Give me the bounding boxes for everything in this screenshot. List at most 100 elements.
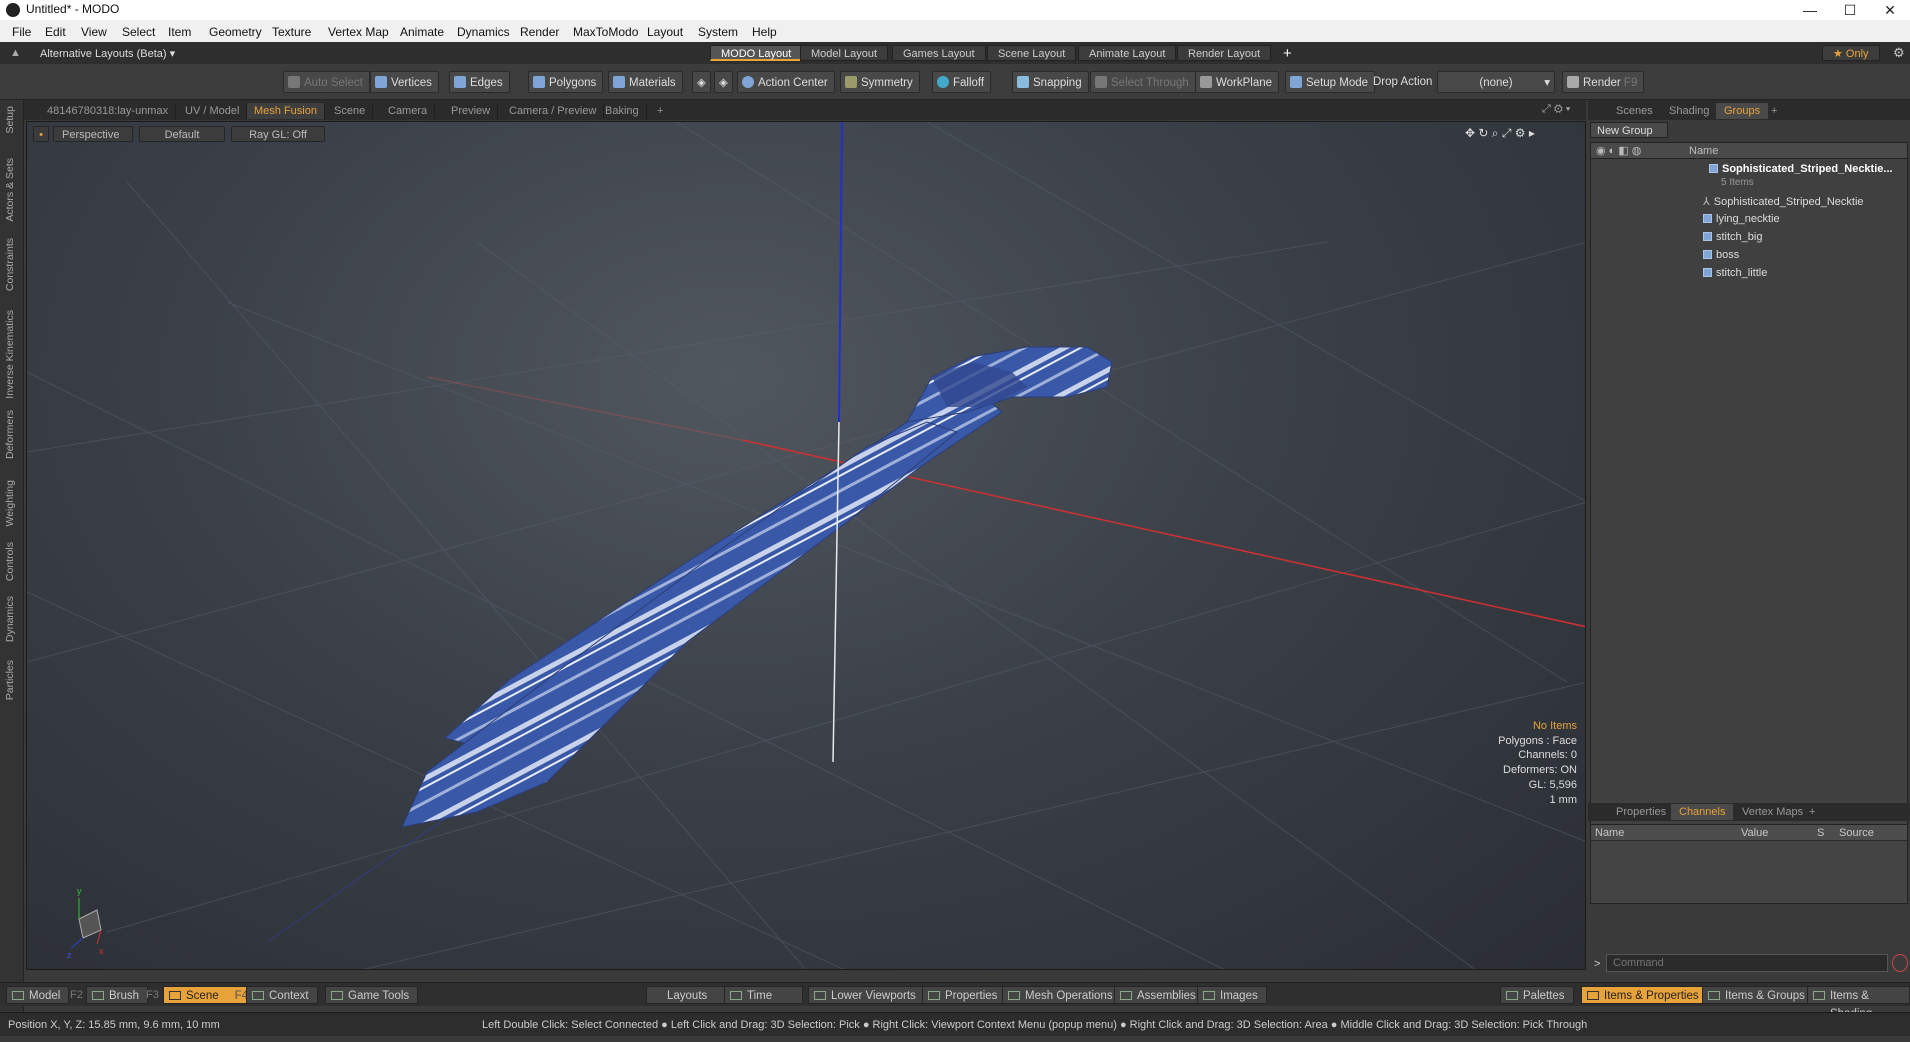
- setup-mode-button[interactable]: Setup Mode: [1285, 71, 1376, 93]
- maximize-button[interactable]: ☐: [1830, 0, 1870, 20]
- menu-file[interactable]: File: [12, 25, 31, 39]
- collapse-icon[interactable]: ▲: [10, 47, 21, 59]
- side-tab-deformers[interactable]: Deformers: [4, 410, 16, 459]
- add-layout-button[interactable]: +: [1283, 45, 1292, 62]
- shading-dropdown[interactable]: Default: [139, 126, 225, 142]
- tab-mesh-fusion[interactable]: Mesh Fusion: [247, 103, 325, 119]
- tab-camera-preview[interactable]: Camera / Preview: [502, 103, 605, 119]
- menu-geometry[interactable]: Geometry: [209, 25, 262, 39]
- falloff-button[interactable]: Falloff: [932, 71, 992, 93]
- assemblies-button[interactable]: Assemblies: [1114, 986, 1205, 1004]
- menu-select[interactable]: Select: [122, 25, 155, 39]
- images-button[interactable]: Images: [1197, 986, 1267, 1004]
- menu-system[interactable]: System: [698, 25, 738, 39]
- menu-animate[interactable]: Animate: [400, 25, 444, 39]
- render-button[interactable]: Render F9: [1562, 71, 1645, 93]
- items-properties-button[interactable]: Items & Properties: [1581, 986, 1708, 1004]
- menu-maxtomodo[interactable]: MaxToModo: [573, 25, 638, 39]
- tab-preview[interactable]: Preview: [444, 103, 499, 119]
- tab-modo-layout[interactable]: MODO Layout: [710, 45, 803, 61]
- tab-render-layout[interactable]: Render Layout: [1177, 45, 1272, 61]
- tab-uv-model[interactable]: UV / Model: [178, 103, 248, 119]
- polygons-button[interactable]: Polygons: [528, 71, 604, 93]
- tab-properties[interactable]: Properties: [1608, 804, 1674, 820]
- palettes-button[interactable]: Palettes: [1500, 986, 1574, 1004]
- select-mode-icon-b[interactable]: ◈: [714, 71, 733, 93]
- tab-lay-unmax[interactable]: 48146780318:lay-unmax: [40, 103, 177, 119]
- expand-icon[interactable]: ⤢ ⚙ ▾: [1542, 103, 1570, 116]
- game-tools-button[interactable]: Game Tools: [325, 986, 419, 1004]
- model-button[interactable]: Model: [6, 986, 70, 1004]
- action-center-button[interactable]: Action Center: [737, 71, 835, 93]
- side-tab-constraints[interactable]: Constraints: [4, 238, 16, 291]
- alt-layouts-dropdown[interactable]: Alternative Layouts (Beta) ▾: [40, 47, 175, 60]
- menu-edit[interactable]: Edit: [45, 25, 66, 39]
- 3d-viewport[interactable]: y z x • Perspective Default Ray GL: Off …: [26, 121, 1586, 970]
- menu-layout[interactable]: Layout: [647, 25, 683, 39]
- side-tab-dynamics[interactable]: Dynamics: [4, 596, 16, 642]
- items-groups-button[interactable]: Items & Groups: [1702, 986, 1814, 1004]
- select-mode-icon-a[interactable]: ◈: [692, 71, 711, 93]
- menu-texture[interactable]: Texture: [272, 25, 311, 39]
- add-props-tab-button[interactable]: +: [1801, 804, 1823, 820]
- menu-view[interactable]: View: [81, 25, 107, 39]
- vertices-button[interactable]: Vertices: [370, 71, 439, 93]
- group-row[interactable]: Sophisticated_Striped_Necktie...: [1709, 163, 1893, 175]
- mesh-operations-button[interactable]: Mesh Operations: [1002, 986, 1122, 1004]
- raygl-toggle[interactable]: Ray GL: Off: [231, 126, 325, 142]
- brush-button[interactable]: Brush: [86, 986, 149, 1004]
- close-button[interactable]: ✕: [1870, 0, 1910, 20]
- tab-camera[interactable]: Camera: [381, 103, 436, 119]
- materials-button[interactable]: Materials: [608, 71, 683, 93]
- tab-scene[interactable]: Scene: [327, 103, 374, 119]
- minimize-button[interactable]: —: [1790, 0, 1830, 20]
- tab-games-layout[interactable]: Games Layout: [892, 45, 986, 61]
- context-button[interactable]: Context: [246, 986, 318, 1004]
- menu-render[interactable]: Render: [520, 25, 559, 39]
- tab-groups[interactable]: Groups: [1716, 103, 1769, 119]
- list-item[interactable]: lying_necktie: [1703, 213, 1780, 225]
- snapping-button[interactable]: Snapping: [1012, 71, 1089, 93]
- edges-button[interactable]: Edges: [449, 71, 510, 93]
- add-tab-button[interactable]: +: [650, 103, 670, 119]
- side-tab-setup[interactable]: Setup: [4, 106, 16, 133]
- tab-vertex-maps[interactable]: Vertex Maps: [1734, 804, 1811, 820]
- menu-help[interactable]: Help: [752, 25, 777, 39]
- visibility-icon[interactable]: ◉ ◐ ◧ ◍: [1596, 144, 1641, 157]
- tab-animate-layout[interactable]: Animate Layout: [1078, 45, 1177, 61]
- workplane-button[interactable]: WorkPlane: [1195, 71, 1280, 93]
- menu-dynamics[interactable]: Dynamics: [457, 25, 510, 39]
- items-shading-button[interactable]: Items & Shading: [1807, 986, 1910, 1020]
- lower-viewports-button[interactable]: Lower Viewports: [808, 986, 925, 1004]
- only-toggle[interactable]: ★ Only: [1822, 45, 1880, 61]
- command-input[interactable]: [1606, 954, 1888, 972]
- menu-vertex-map[interactable]: Vertex Map: [328, 25, 389, 39]
- drop-action-select[interactable]: (none) ▾: [1437, 71, 1555, 93]
- list-item[interactable]: boss: [1703, 249, 1739, 261]
- menu-item[interactable]: Item: [168, 25, 191, 39]
- scene-button[interactable]: Scene F4: [163, 986, 258, 1004]
- tab-shading[interactable]: Shading: [1661, 103, 1717, 119]
- gear-icon[interactable]: ⚙: [1893, 45, 1905, 61]
- tab-channels[interactable]: Channels: [1671, 804, 1734, 820]
- list-item[interactable]: stitch_big: [1703, 231, 1762, 243]
- tab-baking[interactable]: Baking: [598, 103, 647, 119]
- auto-select-button[interactable]: Auto Select: [283, 71, 370, 93]
- new-group-button[interactable]: New Group: [1590, 122, 1668, 138]
- tab-scenes[interactable]: Scenes: [1608, 103, 1661, 119]
- list-item[interactable]: ⅄ Sophisticated_Striped_Necktie: [1703, 195, 1864, 208]
- list-item[interactable]: stitch_little: [1703, 267, 1767, 279]
- viewport-nav-icons[interactable]: ✥ ↻ ⌕ ⤢ ⚙ ▸: [1465, 126, 1535, 141]
- view-type-dropdown[interactable]: Perspective: [53, 126, 133, 142]
- tab-model-layout[interactable]: Model Layout: [800, 45, 889, 61]
- side-tab-weighting[interactable]: Weighting: [4, 480, 16, 527]
- record-icon[interactable]: [1892, 954, 1908, 972]
- side-tab-controls[interactable]: Controls: [4, 542, 16, 581]
- side-tab-actors-sets[interactable]: Actors & Sets: [4, 158, 16, 222]
- properties-button[interactable]: Properties: [922, 986, 1007, 1004]
- layouts-button[interactable]: Layouts: [646, 986, 729, 1004]
- select-through-button[interactable]: Select Through: [1090, 71, 1196, 93]
- viewport-menu-icon[interactable]: •: [33, 126, 49, 142]
- symmetry-button[interactable]: Symmetry: [840, 71, 920, 93]
- side-tab-inverse-kinematics[interactable]: Inverse Kinematics: [4, 310, 16, 399]
